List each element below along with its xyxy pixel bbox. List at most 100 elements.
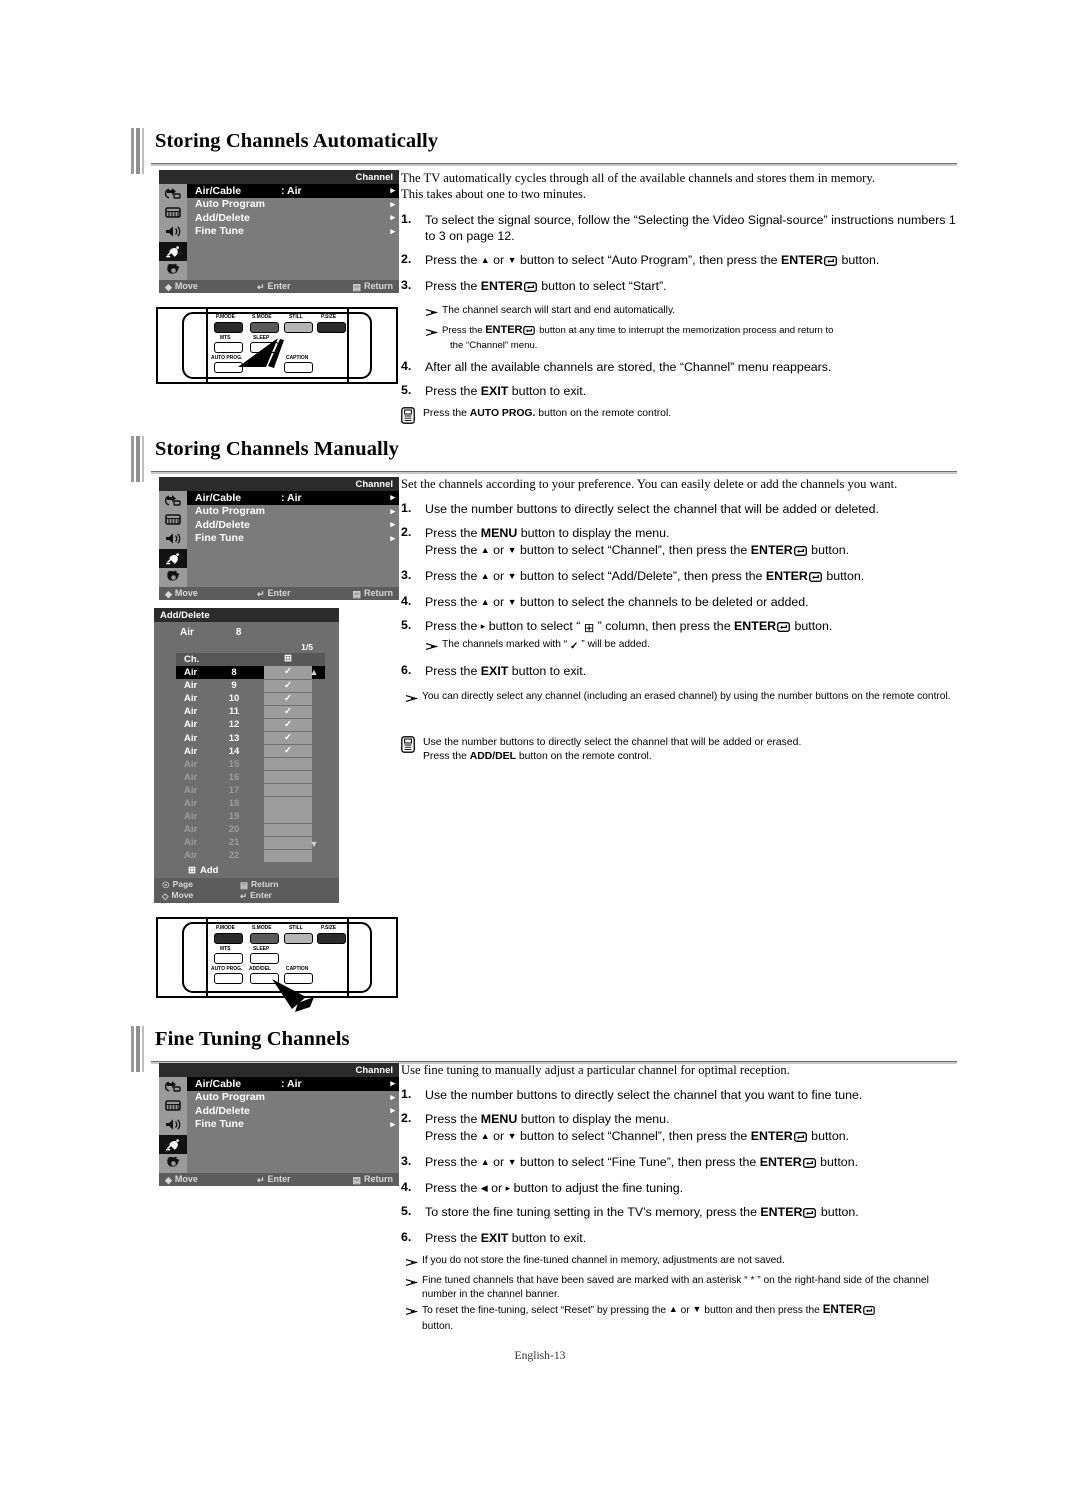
row-check[interactable]: [264, 836, 312, 849]
scroll-down-arrow[interactable]: ▼: [309, 839, 319, 849]
table-row[interactable]: Air 15: [176, 758, 325, 771]
chevron-right-icon: ▸: [390, 519, 395, 530]
osd-item-add-delete[interactable]: Add/Delete ▸: [187, 518, 399, 532]
osd-channel-menu-2[interactable]: Channel Air/Cable: Air ▸ Auto Program ▸…: [159, 477, 399, 600]
row-check[interactable]: ✓: [264, 705, 312, 718]
setup-gear-icon[interactable]: [159, 1154, 187, 1173]
table-row[interactable]: Air 8 ✓: [176, 666, 325, 680]
channel-dish-icon[interactable]: [159, 1134, 187, 1154]
table-row[interactable]: Air 11 ✓: [176, 705, 325, 718]
still-button[interactable]: [284, 933, 313, 944]
mts-button[interactable]: [214, 953, 243, 964]
psize-button[interactable]: [317, 933, 346, 944]
osd-channel-menu[interactable]: Channel Air/Cable: Air ▸ Auto Program ▸…: [159, 170, 399, 293]
row-check[interactable]: ✓: [264, 666, 312, 679]
osd-item-auto-program[interactable]: Auto Program ▸: [187, 1091, 399, 1105]
table-row[interactable]: Air 18: [176, 797, 325, 810]
remote-divider-right: [347, 919, 349, 996]
osd-footer: ◆ Move ↵ Enter ▤ Return: [159, 280, 399, 293]
bullet-text: The channels marked with “ ✓ ” will be a…: [442, 639, 650, 653]
osd-item-air-cable[interactable]: Air/Cable : Air ▸: [187, 184, 399, 198]
table-row[interactable]: Air 21: [176, 836, 325, 849]
row-number: 12: [228, 719, 240, 731]
move-icon: ◇: [162, 890, 169, 901]
osd-item-air-cable[interactable]: Air/Cable : Air ▸: [187, 491, 399, 505]
table-row[interactable]: Air 13 ✓: [176, 731, 325, 745]
table-row[interactable]: Air 19: [176, 810, 325, 823]
add-action-label[interactable]: ⊞ Add: [154, 862, 339, 878]
input-source-icon[interactable]: [159, 1077, 187, 1096]
step-item: 4. After all the available channels are …: [401, 359, 957, 376]
chevron-right-icon: ▸: [390, 1105, 395, 1116]
row-check[interactable]: ✓: [264, 718, 312, 732]
step-number: 5.: [401, 383, 412, 398]
osd-item-fine-tune[interactable]: Fine Tune ▸: [187, 1118, 399, 1132]
channel-dish-icon[interactable]: [159, 548, 187, 568]
step-number: 2.: [401, 1111, 412, 1126]
osd-add-delete-panel[interactable]: Add/Delete Air 8 1/5 Ch. ⊞ Air 8 ✓ Air 9 ✓ A…: [154, 608, 339, 904]
input-source-icon[interactable]: [159, 491, 187, 510]
section3-intro: Use fine tuning to manually adjust a par…: [401, 1063, 790, 1077]
row-check[interactable]: [264, 784, 312, 797]
setup-gear-icon[interactable]: [159, 261, 187, 280]
sound-icon[interactable]: [159, 529, 187, 548]
table-row[interactable]: Air 10 ✓: [176, 692, 325, 705]
channel-dish-icon[interactable]: [159, 241, 187, 261]
row-check[interactable]: ✓: [264, 731, 312, 745]
smode-button[interactable]: [250, 322, 279, 333]
chevron-right-icon: ▸: [390, 1091, 395, 1102]
row-check[interactable]: [264, 823, 312, 836]
pmode-button[interactable]: [214, 933, 243, 944]
step-item: 3. Press the ▲ or ▼ button to select “Fi…: [401, 1154, 957, 1173]
table-row[interactable]: Air 17: [176, 784, 325, 797]
input-source-icon[interactable]: [159, 184, 187, 203]
scroll-up-arrow[interactable]: ▲: [309, 667, 319, 677]
bullet-item: To reset the fine-tuning, select “Reset”…: [405, 1303, 957, 1333]
osd-item-air-cable[interactable]: Air/Cable : Air ▸: [187, 1077, 399, 1091]
step-text: Press the ◀ or ▸ button to adjust the fi…: [425, 1180, 684, 1195]
osd-title: Channel: [159, 477, 399, 491]
table-row[interactable]: Air 16: [176, 771, 325, 784]
picture-icon[interactable]: [159, 203, 187, 222]
sound-icon[interactable]: [159, 1115, 187, 1134]
osd-channel-menu-3[interactable]: Channel Air/Cable: Air ▸ Auto Program ▸…: [159, 1063, 399, 1186]
table-row[interactable]: Air 22: [176, 849, 325, 862]
row-check[interactable]: [264, 849, 312, 862]
osd-item-auto-program[interactable]: Auto Program ▸: [187, 505, 399, 519]
row-check[interactable]: [264, 758, 312, 771]
psize-button[interactable]: [317, 322, 346, 333]
still-button[interactable]: [284, 322, 313, 333]
pmode-button[interactable]: [214, 322, 243, 333]
picture-icon[interactable]: [159, 510, 187, 529]
table-row[interactable]: Air 9 ✓: [176, 679, 325, 692]
row-check[interactable]: [264, 810, 312, 823]
row-check[interactable]: ✓: [264, 679, 312, 692]
table-row[interactable]: Air 12 ✓: [176, 718, 325, 732]
osd-item-label: Add/Delete: [195, 518, 250, 531]
chevron-right-icon: ▸: [390, 532, 395, 543]
row-check[interactable]: ✓: [264, 692, 312, 705]
auto-prog-button[interactable]: [214, 973, 243, 984]
row-check[interactable]: [264, 771, 312, 784]
picture-icon[interactable]: [159, 1096, 187, 1115]
table-row[interactable]: Air 14 ✓: [176, 745, 325, 758]
sleep-button[interactable]: [250, 953, 279, 964]
table-row[interactable]: Air 20: [176, 823, 325, 836]
osd-item-auto-program[interactable]: Auto Program ▸: [187, 198, 399, 212]
step-number: 1.: [401, 1087, 412, 1102]
osd-item-fine-tune[interactable]: Fine Tune ▸: [187, 532, 399, 546]
sound-icon[interactable]: [159, 222, 187, 241]
osd-item-add-delete[interactable]: Add/Delete ▸: [187, 211, 399, 225]
setup-gear-icon[interactable]: [159, 568, 187, 587]
caption-button[interactable]: [284, 362, 313, 373]
page-footer: English-13: [514, 1349, 566, 1362]
row-check[interactable]: [264, 797, 312, 810]
osd-item-add-delete[interactable]: Add/Delete ▸: [187, 1104, 399, 1118]
pointer-arrow-icon: [238, 338, 284, 368]
step-item: 3. Press the ▲ or ▼ button to select “Ad…: [401, 568, 957, 587]
smode-button[interactable]: [250, 933, 279, 944]
enter-icon: [523, 280, 537, 297]
row-check[interactable]: ✓: [264, 745, 312, 758]
osd-item-fine-tune[interactable]: Fine Tune ▸: [187, 225, 399, 239]
step-item: 2. Press the MENU button to display the …: [401, 1111, 957, 1146]
